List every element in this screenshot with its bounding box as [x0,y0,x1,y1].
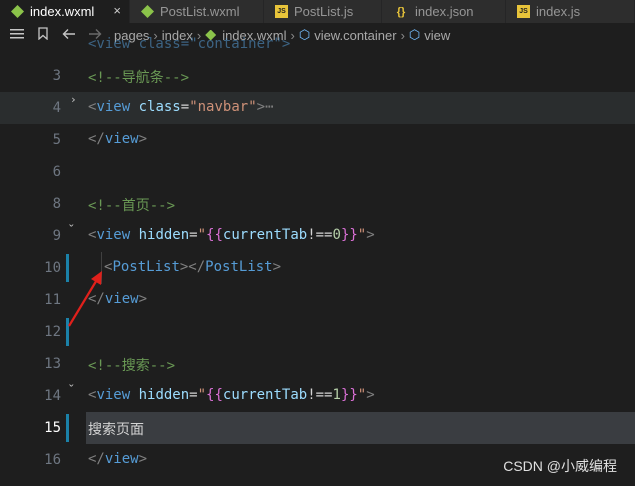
watermark: CSDN @小威编程 [503,458,617,474]
annotation-arrow [68,271,102,327]
